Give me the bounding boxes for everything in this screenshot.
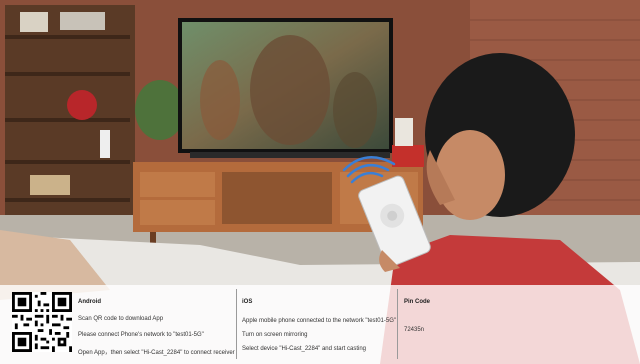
pin-code-heading: Pin Code (404, 299, 431, 305)
android-step-1: Scan QR code to download App (78, 316, 164, 322)
pin-code-value: 72435n (404, 327, 425, 333)
column-divider (236, 289, 237, 359)
android-instructions: Android Scan QR code to download App Ple… (78, 285, 235, 364)
ios-step-2: Turn on screen mirroring (242, 332, 308, 338)
ios-instructions: iOS Apple mobile phone connected to the … (242, 285, 396, 364)
ios-heading: iOS (242, 299, 253, 305)
android-step-3: Open App，then select "Hi-Cast_2284" to c… (78, 350, 235, 356)
column-divider (397, 289, 398, 359)
ios-step-1: Apple mobile phone connected to the netw… (242, 318, 397, 324)
android-heading: Android (78, 299, 101, 305)
pin-code-section: Pin Code 72435n (404, 285, 524, 364)
ios-step-3: Select device "Hi-Cast_2284" and start c… (242, 346, 366, 352)
qr-code-icon (12, 292, 72, 352)
android-step-2: Please connect Phone's network to "test0… (78, 332, 204, 338)
